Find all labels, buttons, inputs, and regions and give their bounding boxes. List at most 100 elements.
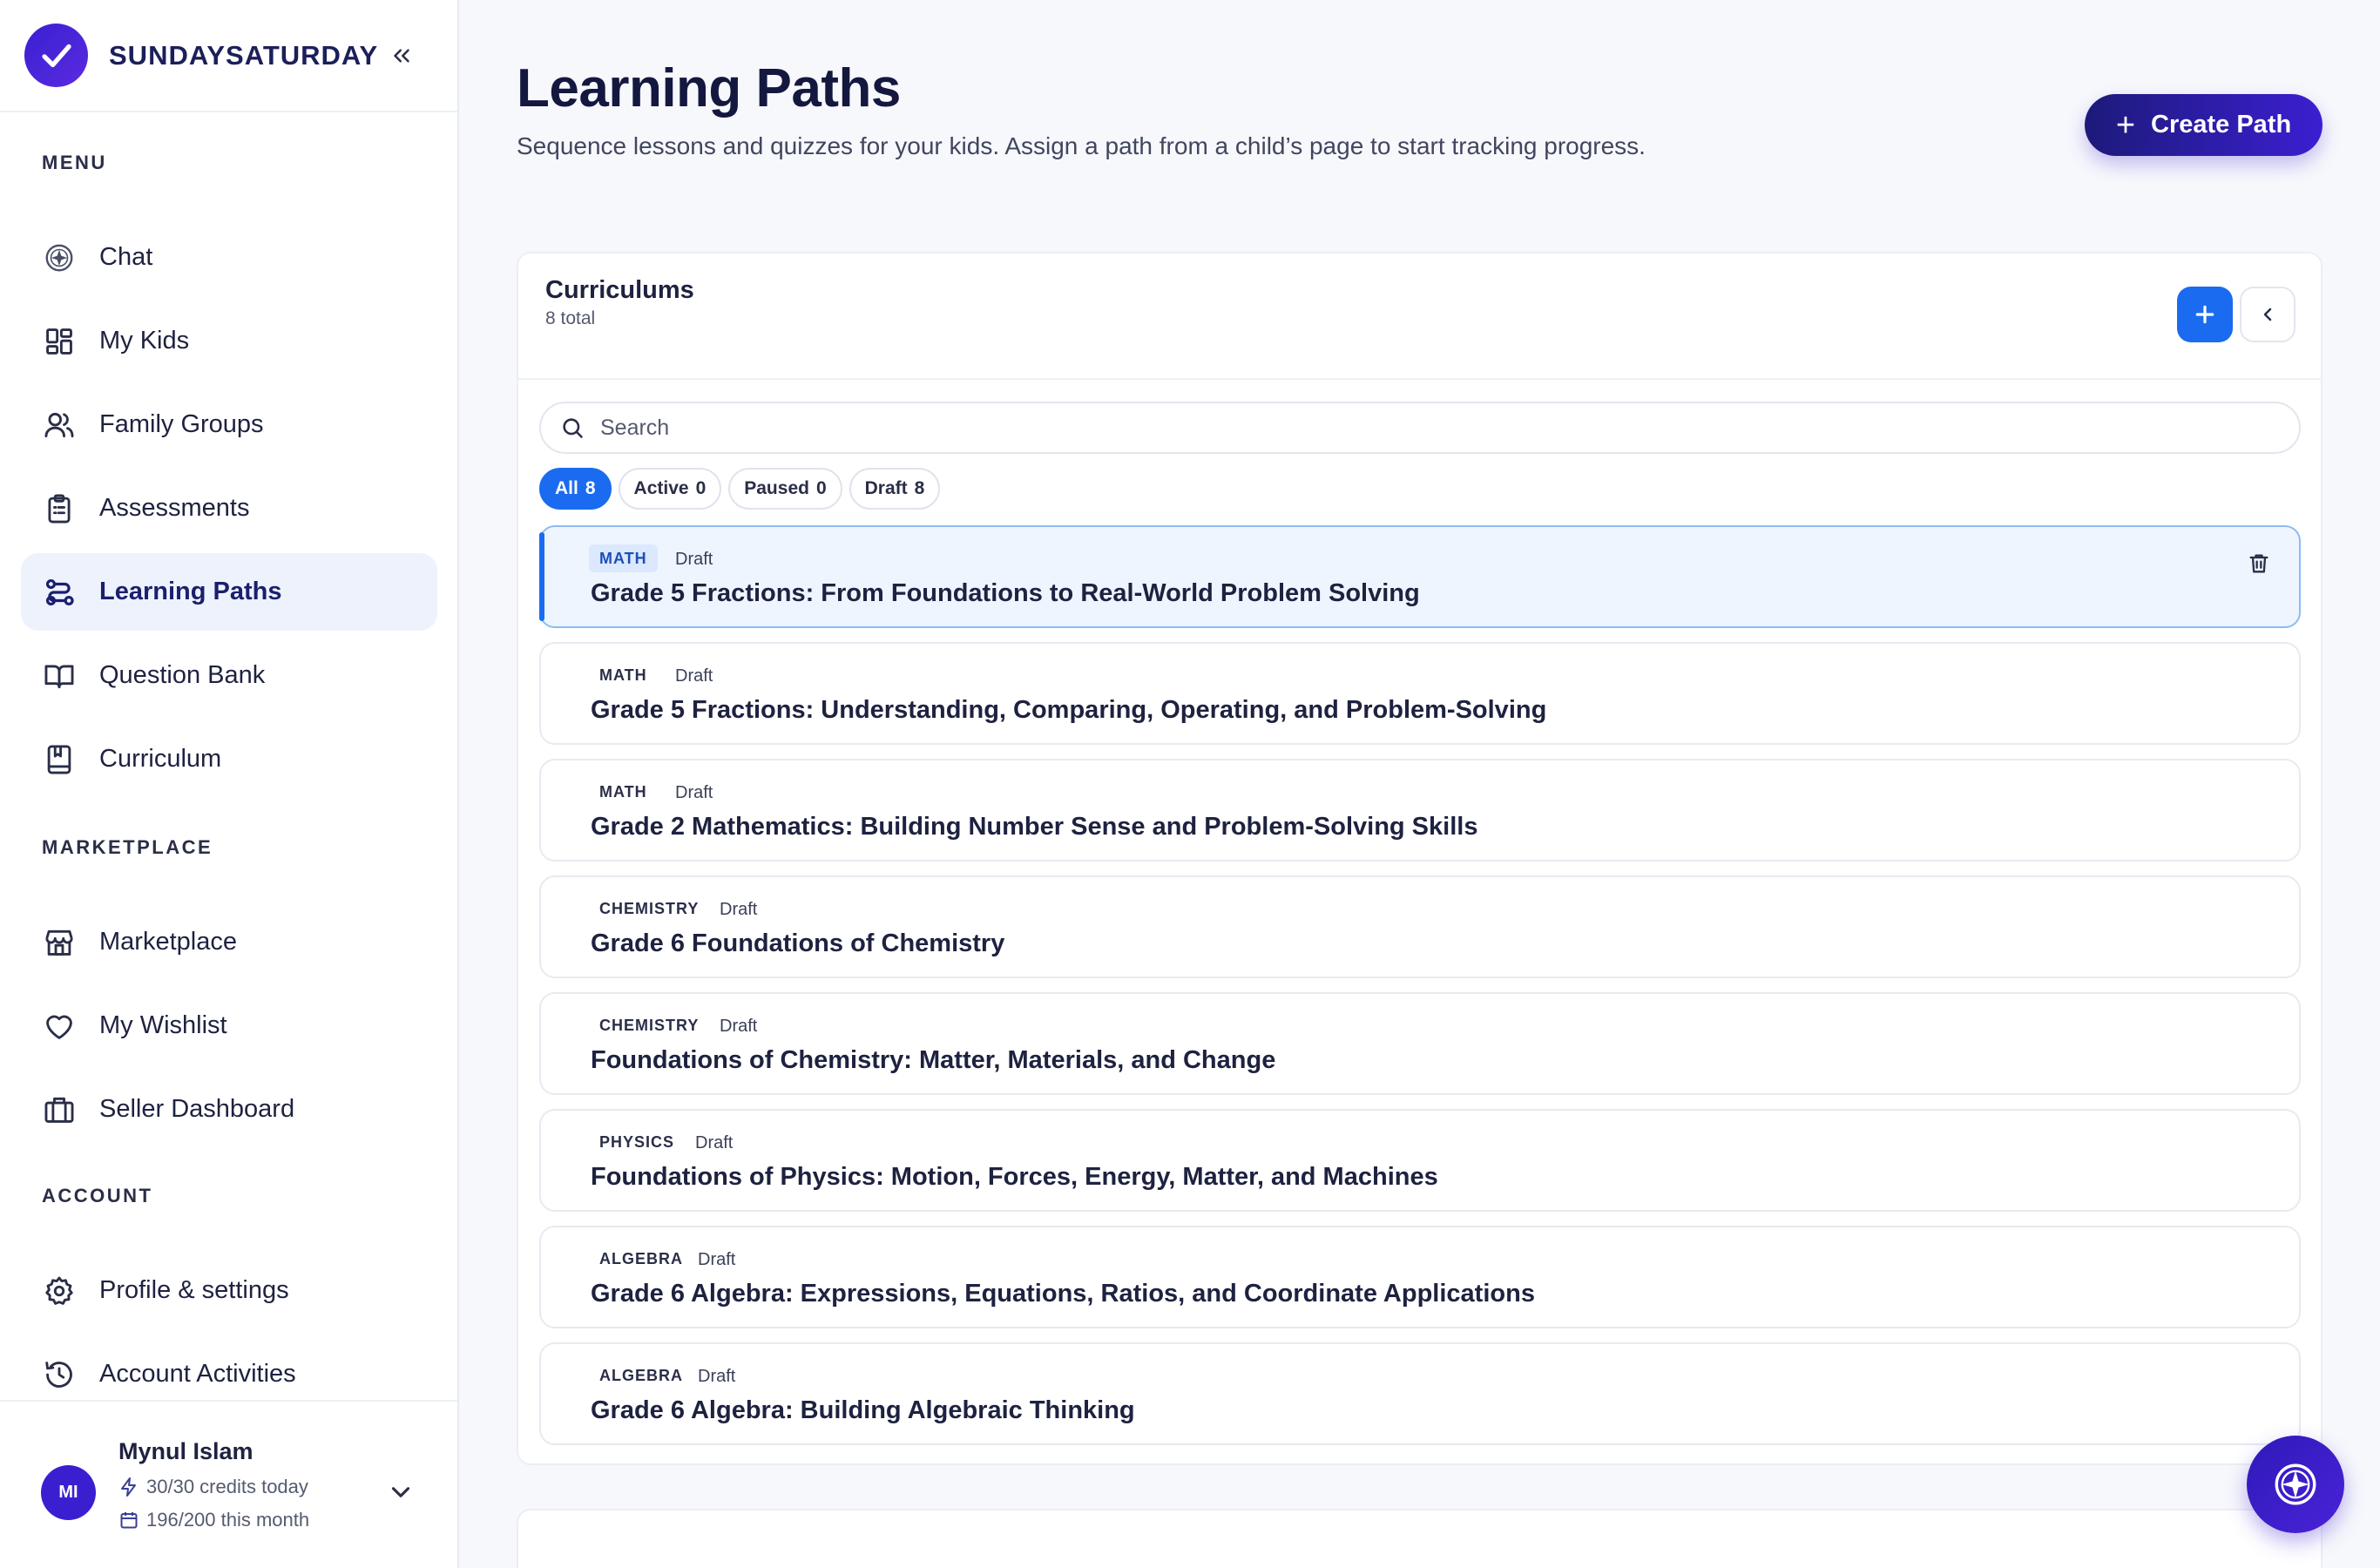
gear-icon [42, 1274, 77, 1308]
grid-icon [42, 324, 77, 359]
filter-label: Paused [744, 478, 809, 498]
list-item[interactable]: CHEMISTRY Draft Grade 6 Foundations of C… [539, 875, 2301, 978]
filter-all[interactable]: All 8 [539, 468, 612, 510]
sidebar-item-label: Profile & settings [99, 1276, 289, 1304]
briefcase-icon [42, 1092, 77, 1127]
curriculum-title: Grade 6 Algebra: Building Algebraic Thin… [591, 1396, 1135, 1424]
section-menu: MENU [42, 152, 107, 173]
credits-today-text: 30/30 credits today [146, 1476, 308, 1497]
chevron-left-icon [2263, 308, 2272, 321]
list-item[interactable]: ALGEBRA Draft Grade 6 Algebra: Expressio… [539, 1226, 2301, 1328]
sidebar-item-label: My Wishlist [99, 1011, 227, 1039]
brand-name: SUNDAYSATURDAY [109, 39, 379, 71]
subject-tag: ALGEBRA [599, 1366, 683, 1384]
status-label: Draft [698, 1250, 736, 1269]
subject-tag: PHYSICS [599, 1132, 675, 1151]
sidebar-item-label: Marketplace [99, 928, 237, 956]
sidebar-item-label: Seller Dashboard [99, 1095, 295, 1123]
search-field[interactable] [539, 402, 2301, 454]
filter-active[interactable]: Active 0 [618, 468, 722, 510]
add-curriculum-button[interactable] [2177, 287, 2233, 342]
users-icon [42, 408, 77, 443]
main-content: Learning Paths Sequence lessons and quiz… [459, 0, 2380, 1568]
curriculums-panel: Curriculums 8 total All 8 Active 0 Pa [517, 252, 2323, 1465]
list-item[interactable]: ALGEBRA Draft Grade 6 Algebra: Building … [539, 1342, 2301, 1445]
sidebar-item-my-kids[interactable]: My Kids [21, 302, 437, 380]
curriculum-title: Grade 5 Fractions: Understanding, Compar… [591, 696, 1547, 724]
store-icon [42, 925, 77, 960]
sidebar-item-learning-paths[interactable]: Learning Paths [21, 553, 437, 631]
filter-paused[interactable]: Paused 0 [728, 468, 842, 510]
list-item[interactable]: MATH Draft Grade 5 Fractions: From Found… [539, 525, 2301, 628]
credits-month-text: 196/200 this month [146, 1509, 310, 1531]
collapse-panel-button[interactable] [2240, 287, 2295, 342]
status-label: Draft [675, 783, 713, 802]
curriculums-header: Curriculums 8 total [518, 253, 2321, 380]
section-marketplace: MARKETPLACE [42, 836, 213, 858]
sidebar-item-profile-settings[interactable]: Profile & settings [21, 1252, 437, 1329]
subject-tag: MATH [599, 666, 647, 684]
ai-assistant-button[interactable] [2247, 1436, 2344, 1533]
subject-tag: CHEMISTRY [599, 1016, 700, 1034]
subject-tag: CHEMISTRY [599, 899, 700, 917]
search-input[interactable] [600, 415, 2255, 441]
credits-today: 30/30 credits today [118, 1476, 308, 1498]
page-title: Learning Paths [517, 58, 901, 118]
status-label: Draft [698, 1367, 736, 1386]
filter-count: 8 [585, 478, 596, 498]
user-account-menu[interactable]: MI Mynul Islam 30/30 credits today 196/2… [0, 1400, 457, 1568]
sidebar-item-label: Chat [99, 243, 153, 271]
sparkle-icon [2275, 1463, 2316, 1505]
curriculum-title: Foundations of Physics: Motion, Forces, … [591, 1163, 1438, 1191]
plus-icon [2195, 305, 2214, 324]
status-label: Draft [720, 1017, 758, 1036]
status-label: Draft [695, 1133, 734, 1152]
check-icon [41, 44, 71, 67]
filter-label: Draft [864, 478, 908, 498]
sidebar: SUNDAYSATURDAY MENU Chat My Kids Family … [0, 0, 459, 1568]
list-item[interactable]: PHYSICS Draft Foundations of Physics: Mo… [539, 1109, 2301, 1212]
section-account: ACCOUNT [42, 1185, 153, 1206]
sidebar-item-assessments[interactable]: Assessments [21, 470, 437, 547]
chevron-down-icon[interactable] [386, 1477, 416, 1507]
sidebar-item-seller-dashboard[interactable]: Seller Dashboard [21, 1071, 437, 1148]
sidebar-item-label: Curriculum [99, 745, 222, 773]
sidebar-item-family-groups[interactable]: Family Groups [21, 386, 437, 463]
trash-icon[interactable] [2247, 551, 2271, 576]
search-icon [563, 418, 583, 438]
status-label: Draft [720, 900, 758, 919]
curriculums-title: Curriculums [545, 276, 694, 304]
avatar[interactable]: MI [41, 1465, 96, 1520]
sidebar-item-label: Assessments [99, 494, 250, 522]
filter-count: 8 [914, 478, 925, 498]
heart-icon [42, 1009, 77, 1044]
lightning-icon [121, 1477, 136, 1497]
clipboard-icon [42, 491, 77, 526]
secondary-panel [517, 1509, 2323, 1568]
status-label: Draft [675, 550, 713, 569]
curriculum-title: Grade 6 Algebra: Expressions, Equations,… [591, 1280, 1535, 1308]
list-item[interactable]: CHEMISTRY Draft Foundations of Chemistry… [539, 992, 2301, 1095]
sidebar-item-question-bank[interactable]: Question Bank [21, 637, 437, 714]
history-icon [42, 1357, 77, 1392]
credits-month: 196/200 this month [118, 1509, 309, 1531]
route-icon [42, 575, 77, 610]
sidebar-item-label: Question Bank [99, 661, 266, 689]
sidebar-item-marketplace[interactable]: Marketplace [21, 903, 437, 981]
subject-tag: MATH [589, 544, 658, 572]
open-book-icon [42, 659, 77, 693]
list-item[interactable]: MATH Draft Grade 5 Fractions: Understand… [539, 642, 2301, 745]
curriculum-title: Grade 5 Fractions: From Foundations to R… [591, 579, 1420, 607]
sidebar-item-my-wishlist[interactable]: My Wishlist [21, 987, 437, 1064]
sidebar-item-curriculum[interactable]: Curriculum [21, 720, 437, 798]
filter-draft[interactable]: Draft 8 [849, 468, 941, 510]
subject-tag: ALGEBRA [599, 1249, 683, 1267]
user-name: Mynul Islam [118, 1438, 254, 1464]
create-path-button[interactable]: + Create Path [2085, 94, 2323, 156]
list-item[interactable]: MATH Draft Grade 2 Mathematics: Building… [539, 759, 2301, 862]
sidebar-item-label: Learning Paths [99, 578, 282, 605]
curriculums-count: 8 total [545, 308, 596, 328]
brand-logo[interactable] [24, 24, 88, 87]
sidebar-item-chat[interactable]: Chat [21, 219, 437, 296]
collapse-sidebar-button[interactable] [382, 37, 421, 75]
